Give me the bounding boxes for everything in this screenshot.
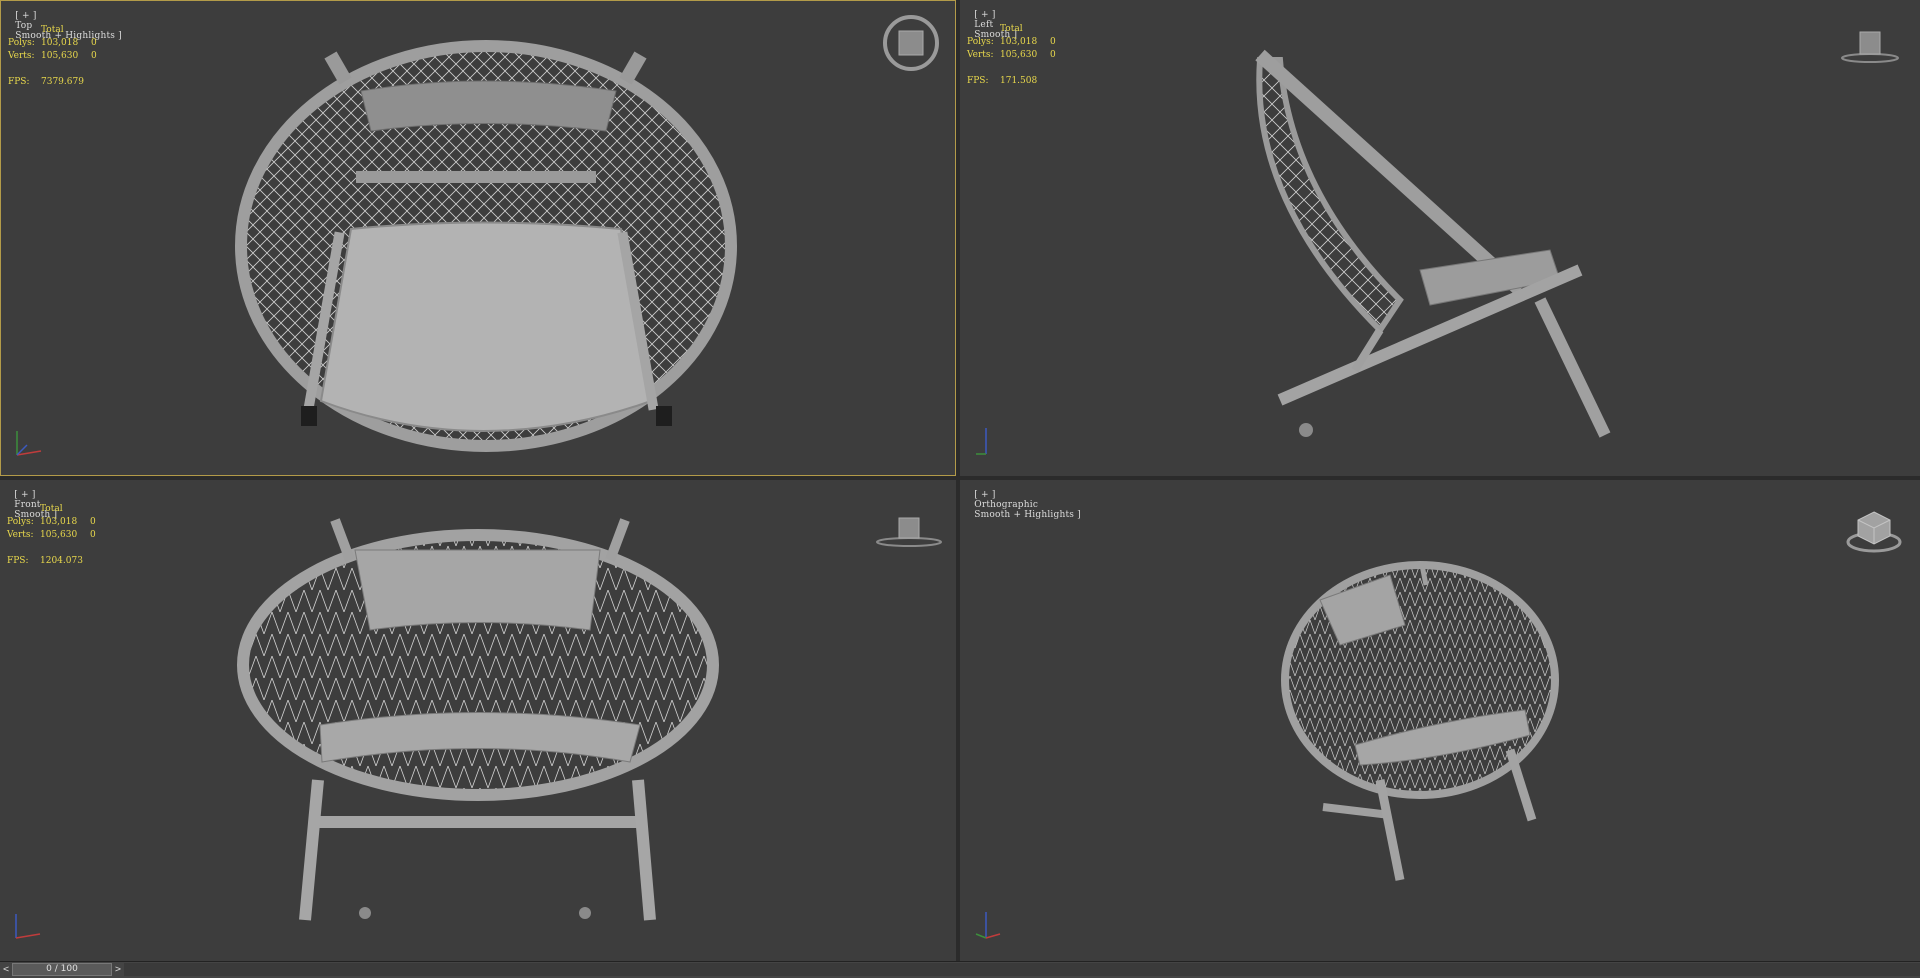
viewcube-icon[interactable] — [874, 510, 944, 550]
scene-statistics: Total Polys: 103,018 0 Verts: 105,630 0 FPS:… — [8, 24, 97, 89]
viewport-orthographic[interactable]: [ + ] Orthographic Smooth + Highlights ] — [960, 480, 1920, 961]
fps-value: 171.508 — [1000, 76, 1038, 86]
stats-total-header: Total — [41, 25, 64, 35]
viewcube-icon[interactable] — [1840, 24, 1900, 64]
viewcube-icon[interactable] — [1844, 506, 1904, 554]
polys-selected: 0 — [1050, 37, 1056, 47]
axis-tripod-icon — [975, 912, 1001, 939]
viewport-front[interactable]: [ + ] Front Smooth ] Total Polys: 103,018… — [0, 480, 956, 961]
chair-front-view — [237, 518, 719, 921]
fps-label: FPS: — [8, 77, 30, 87]
verts-label: Verts: — [7, 530, 34, 540]
verts-selected: 0 — [90, 530, 96, 540]
chair-top-view — [235, 40, 737, 452]
chair-orthographic-view — [1281, 561, 1559, 881]
polys-selected: 0 — [91, 38, 97, 48]
axis-tripod-icon — [16, 431, 42, 456]
viewport-menu-button[interactable]: [ + ] — [974, 10, 995, 20]
polys-value: 103,018 — [41, 38, 79, 48]
verts-selected: 0 — [1050, 50, 1056, 60]
polys-label: Polys: — [8, 38, 35, 48]
fps-value: 7379.679 — [41, 77, 84, 87]
viewcube-icon[interactable] — [881, 13, 941, 73]
prev-frame-button[interactable]: < — [0, 963, 12, 976]
time-slider-track[interactable] — [124, 963, 1920, 976]
view-name-button[interactable]: Orthographic — [974, 500, 1038, 510]
time-slider-thumb[interactable]: 0 / 100 — [12, 963, 112, 976]
viewport-menu-button[interactable]: [ + ] — [15, 11, 36, 21]
fps-label: FPS: — [7, 556, 29, 566]
axis-tripod-icon — [15, 914, 41, 939]
viewport-top[interactable]: [ + ] Top Smooth + Highlights ] Total Po… — [0, 0, 956, 476]
shading-mode-button[interactable]: Smooth + Highlights ] — [974, 510, 1081, 520]
fps-value: 1204.073 — [40, 556, 83, 566]
verts-selected: 0 — [91, 51, 97, 61]
viewport-left[interactable]: [ + ] Left Smooth ] Total Polys: 103,018 0… — [960, 0, 1920, 476]
verts-value: 105,630 — [1000, 50, 1038, 60]
chair-left-view — [1255, 49, 1611, 438]
time-slider-bar[interactable]: < 0 / 100 > — [0, 961, 1920, 978]
stats-total-header: Total — [1000, 24, 1023, 34]
polys-label: Polys: — [7, 517, 34, 527]
scene-statistics: Total Polys: 103,018 0 Verts: 105,630 0 FPS:… — [7, 503, 96, 568]
verts-value: 105,630 — [41, 51, 79, 61]
fps-label: FPS: — [967, 76, 989, 86]
next-frame-button[interactable]: > — [112, 963, 124, 976]
viewport-label[interactable]: [ + ] Orthographic Smooth + Highlights ] — [962, 480, 1081, 530]
verts-label: Verts: — [8, 51, 35, 61]
polys-selected: 0 — [90, 517, 96, 527]
axis-tripod-icon — [976, 428, 987, 455]
polys-value: 103,018 — [1000, 37, 1038, 47]
verts-value: 105,630 — [40, 530, 78, 540]
viewport-menu-button[interactable]: [ + ] — [974, 490, 995, 500]
verts-label: Verts: — [967, 50, 994, 60]
scene-statistics: Total Polys: 103,018 0 Verts: 105,630 0 FPS:… — [967, 23, 1056, 88]
viewport-menu-button[interactable]: [ + ] — [14, 490, 35, 500]
stats-total-header: Total — [40, 504, 63, 514]
polys-label: Polys: — [967, 37, 994, 47]
polys-value: 103,018 — [40, 517, 78, 527]
